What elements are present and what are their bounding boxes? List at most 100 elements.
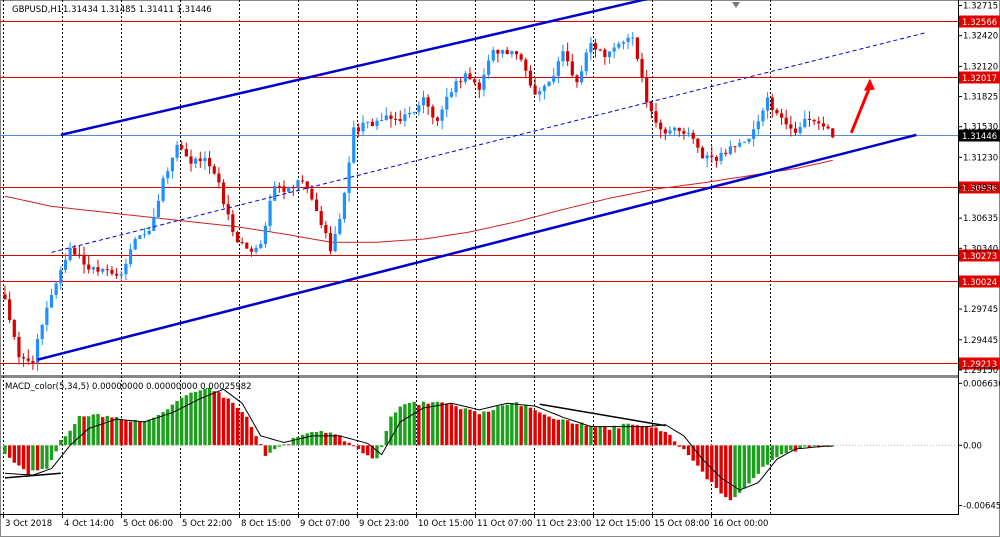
macd-bar (161, 412, 165, 446)
candle-body (533, 85, 537, 95)
macd-bar (87, 416, 91, 446)
candle-body (724, 152, 728, 154)
candle-body (147, 230, 151, 235)
price-tick-label: 1.29745 (963, 305, 998, 315)
macd-bar (561, 419, 565, 446)
time-tick-label: 8 Oct 15:00 (241, 519, 291, 529)
candle-body (617, 43, 621, 48)
macd-bar (300, 434, 305, 446)
candle-body (696, 138, 700, 148)
candle-body (580, 71, 584, 83)
macd-bar (184, 395, 189, 446)
candle-body (631, 37, 635, 39)
candle-body (273, 185, 277, 201)
candle-body (519, 54, 523, 60)
candle-body (189, 156, 193, 164)
outer-frame (0, 0, 1000, 537)
macd-bar (235, 407, 240, 446)
candle-body (654, 111, 658, 123)
candle-body (203, 157, 207, 162)
candle-body (26, 358, 30, 361)
price-tick-label: 1.32715 (963, 2, 998, 12)
candle-body (500, 49, 505, 54)
candle-body (659, 122, 663, 130)
macd-bar (40, 445, 44, 469)
macd-bar (565, 420, 570, 446)
macd-bar (724, 445, 728, 498)
macd-bar (575, 423, 579, 446)
candle-body (812, 120, 816, 122)
macd-bar (789, 445, 793, 451)
candle-body (607, 51, 612, 58)
macd-bar (538, 412, 542, 446)
candle-body (324, 224, 328, 234)
candle-body (389, 115, 393, 119)
macd-bar (593, 427, 598, 446)
macd-bar (189, 392, 193, 446)
candle-body (245, 242, 249, 249)
candle-body (640, 59, 644, 78)
candle-body (524, 59, 528, 71)
symbol-label: GBPUSD,H1 (12, 5, 62, 15)
macd-tick-label: 0.006636 (963, 379, 1000, 389)
macd-bar (528, 407, 533, 446)
candle-body (728, 146, 732, 154)
macd-bar (403, 404, 407, 446)
candle-body (240, 242, 244, 244)
candle-body (101, 269, 105, 272)
candle-body (184, 148, 188, 157)
candle-body (649, 102, 653, 112)
macd-bar (175, 400, 179, 446)
macd-bar (579, 422, 584, 446)
candle-body (45, 307, 49, 325)
macd-bar (617, 428, 621, 446)
candle-body (426, 97, 430, 107)
macd-bar (533, 410, 537, 446)
chart-background (0, 0, 1000, 537)
candle-body (403, 114, 407, 121)
macd-bar (26, 445, 30, 476)
current-price-label: 1.31446 (962, 132, 997, 142)
candle-body (221, 182, 226, 205)
macd-bar (556, 419, 561, 446)
price-tick-label: 1.30340 (963, 244, 998, 254)
macd-bar (552, 418, 556, 446)
candle-body (561, 51, 565, 62)
candle-body (542, 85, 546, 92)
candle-body (333, 233, 337, 252)
macd-bar (612, 425, 616, 446)
macd-bar (812, 445, 816, 447)
macd-bar (440, 402, 444, 446)
candle-body (482, 74, 486, 90)
macd-bar (756, 445, 760, 474)
macd-bar (477, 414, 481, 446)
candle-body (194, 158, 198, 164)
candle-body (31, 360, 35, 363)
candle-body (496, 50, 500, 54)
macd-bar (589, 425, 593, 446)
macd-bar (314, 432, 319, 446)
macd-bar (710, 445, 714, 482)
candle-body (63, 259, 68, 270)
macd-bar (463, 408, 468, 446)
ohlc-label: 1.31434 1.31485 1.31411 1.31446 (63, 5, 212, 15)
macd-bar (686, 445, 691, 456)
candle-body (770, 97, 774, 110)
candle-body (161, 178, 165, 201)
macd-bar (542, 414, 547, 446)
candle-body (328, 233, 333, 252)
macd-bar (412, 401, 416, 446)
macd-bar (31, 445, 35, 471)
macd-bar (245, 416, 249, 446)
macd-bar (249, 427, 254, 446)
candle-body (352, 127, 356, 163)
candle (245, 242, 249, 250)
candle-body (268, 200, 272, 226)
macd-bar (672, 441, 677, 446)
candle-body (821, 123, 825, 127)
candle-body (514, 51, 519, 55)
candle-body (259, 244, 263, 248)
candle-body (473, 79, 477, 83)
macd-bar (584, 425, 588, 446)
macd-bar (510, 403, 514, 446)
